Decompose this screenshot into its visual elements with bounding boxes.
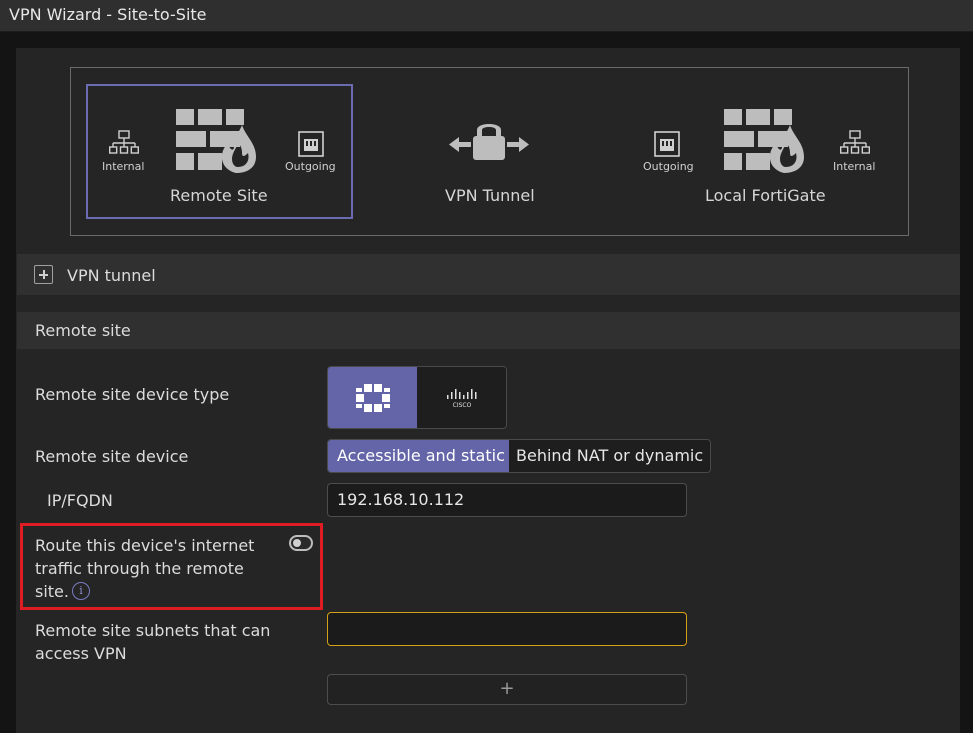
remote-site-section-header (17, 312, 960, 349)
window-titlebar: VPN Wizard - Site-to-Site (0, 0, 973, 32)
device-type-selector: CISCO (327, 366, 507, 429)
subnets-label-line1: Remote site subnets that can (35, 621, 271, 640)
cisco-device-option[interactable]: CISCO (417, 367, 506, 428)
route-internet-label-line1: Route this device's internet (35, 536, 255, 555)
lock-icon (449, 124, 529, 160)
add-subnet-button[interactable]: + (327, 674, 687, 705)
local-fortigate-label: Local FortiGate (705, 186, 826, 205)
route-internet-label-line2: traffic through the remote (35, 559, 244, 578)
port-icon (298, 131, 324, 157)
vpn-tunnel-section-label: VPN tunnel (67, 266, 156, 285)
network-icon (109, 130, 139, 154)
network-icon (840, 130, 870, 154)
vpn-tunnel-section-header[interactable] (17, 254, 960, 295)
subnets-input[interactable] (327, 612, 687, 646)
route-internet-label-line3: site. (35, 582, 69, 601)
remote-internal-label: Internal (102, 160, 145, 173)
accessible-static-option[interactable]: Accessible and static (328, 440, 509, 472)
ip-fqdn-label: IP/FQDN (47, 491, 113, 510)
info-icon[interactable]: i (72, 582, 90, 600)
cisco-icon: CISCO (447, 389, 477, 409)
remote-site-label: Remote Site (170, 186, 268, 205)
window-title: VPN Wizard - Site-to-Site (9, 5, 207, 24)
local-outgoing-label: Outgoing (643, 160, 694, 173)
expand-icon[interactable] (34, 265, 53, 284)
port-icon (654, 131, 680, 157)
device-type-label: Remote site device type (35, 385, 230, 404)
remote-site-section-label: Remote site (35, 321, 131, 340)
behind-nat-option[interactable]: Behind NAT or dynamic (509, 440, 710, 472)
subnets-label-line2: access VPN (35, 644, 127, 663)
remote-device-toggle: Accessible and static Behind NAT or dyna… (327, 439, 711, 473)
fortigate-device-option[interactable] (328, 367, 417, 428)
remote-outgoing-label: Outgoing (285, 160, 336, 173)
vpn-tunnel-label: VPN Tunnel (445, 186, 535, 205)
cisco-text: CISCO (453, 402, 472, 409)
firewall-icon (724, 109, 804, 173)
ip-fqdn-input[interactable]: 192.168.10.112 (327, 483, 687, 517)
route-internet-toggle[interactable] (289, 535, 313, 551)
firewall-icon (176, 109, 256, 173)
fortigate-icon (356, 384, 390, 412)
remote-device-label: Remote site device (35, 447, 189, 466)
local-internal-label: Internal (833, 160, 876, 173)
